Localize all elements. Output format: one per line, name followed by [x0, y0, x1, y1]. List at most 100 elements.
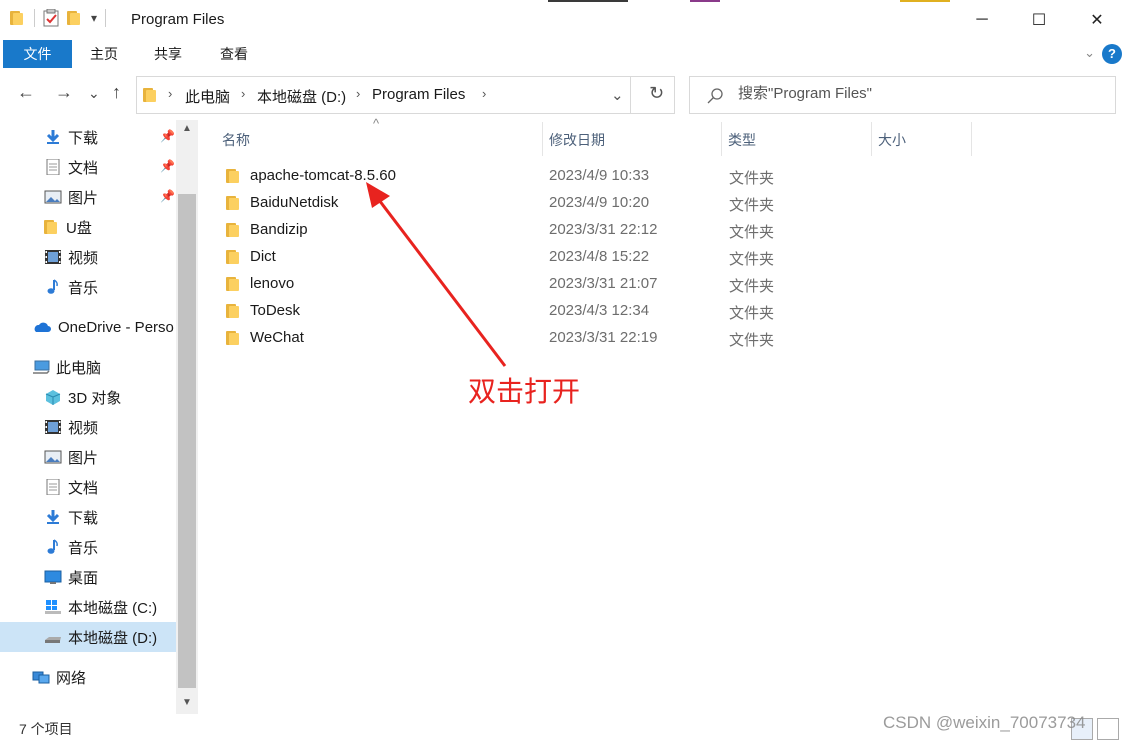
computer-icon	[33, 360, 50, 374]
file-name: WeChat	[250, 329, 304, 346]
music-icon	[47, 539, 58, 554]
sidebar-item-label: 下载	[68, 129, 99, 147]
ribbon-tabs: 文件 主页 共享 查看 ⌄ ?	[0, 40, 1129, 68]
sidebar-item-documents[interactable]: 文档	[0, 152, 176, 182]
help-icon[interactable]: ?	[1102, 44, 1122, 64]
up-button[interactable]: ↑	[112, 82, 121, 103]
column-divider[interactable]	[871, 122, 872, 156]
background-strip	[690, 0, 720, 2]
sidebar-item-drive-c[interactable]: 本地磁盘 (C:)	[0, 592, 176, 622]
file-date: 2023/4/3 12:34	[549, 302, 650, 319]
sidebar-item-videos-pc[interactable]: 视频	[0, 412, 176, 442]
sidebar-item-pictures-pc[interactable]: 图片	[0, 442, 176, 472]
sidebar-item-label: 视频	[68, 249, 99, 267]
document-icon	[46, 479, 60, 495]
file-date: 2023/3/31 21:07	[549, 275, 658, 292]
tab-view[interactable]: 查看	[209, 40, 259, 68]
column-header-date[interactable]: 修改日期	[549, 130, 605, 150]
sidebar-scrollbar[interactable]: ▲ ▼	[176, 120, 198, 714]
folder-icon	[226, 331, 242, 345]
search-box[interactable]	[689, 76, 1116, 114]
pin-icon[interactable]: 📌	[160, 189, 175, 203]
chevron-right-icon[interactable]: ›	[356, 86, 360, 101]
file-name: ToDesk	[250, 302, 301, 319]
refresh-icon[interactable]: ↻	[649, 83, 664, 104]
sidebar-item-videos[interactable]: 视频	[0, 242, 176, 272]
sidebar-item-this-pc[interactable]: 此电脑	[0, 352, 176, 382]
search-icon	[707, 88, 723, 104]
download-icon	[46, 510, 60, 524]
item-count: 7 个项目	[19, 721, 73, 737]
recent-locations-button[interactable]: ⌄	[88, 85, 100, 102]
chevron-down-icon[interactable]: ⌄	[1084, 45, 1095, 61]
quick-access-toolbar: ▾	[10, 9, 107, 27]
background-strip	[548, 0, 628, 2]
search-input[interactable]	[738, 85, 1098, 102]
large-icons-view-icon[interactable]	[1097, 718, 1119, 740]
scroll-down-arrow[interactable]: ▼	[182, 697, 192, 708]
sidebar-item-network[interactable]: 网络	[0, 662, 176, 692]
address-dropdown-icon[interactable]: ⌄	[611, 86, 624, 104]
file-name: Bandizip	[250, 221, 308, 238]
properties-icon[interactable]	[43, 9, 59, 27]
scroll-thumb[interactable]	[178, 194, 196, 688]
table-row[interactable]: Dict 2023/4/8 15:22 文件夹	[218, 244, 908, 271]
column-divider[interactable]	[542, 122, 543, 156]
scroll-up-arrow[interactable]: ▲	[182, 123, 192, 134]
back-button[interactable]: ←	[17, 82, 35, 103]
tab-home[interactable]: 主页	[79, 40, 129, 68]
background-strip	[900, 0, 950, 2]
sidebar-item-3d-objects[interactable]: 3D 对象	[0, 382, 176, 412]
table-row[interactable]: Bandizip 2023/3/31 22:12 文件夹	[218, 217, 908, 244]
breadcrumb-drive-d[interactable]: 本地磁盘 (D:)	[257, 86, 346, 107]
forward-button[interactable]: →	[55, 82, 73, 103]
chevron-right-icon[interactable]: ›	[241, 86, 245, 101]
file-type: 文件夹	[729, 332, 775, 349]
table-row[interactable]: ToDesk 2023/4/3 12:34 文件夹	[218, 298, 908, 325]
chevron-right-icon[interactable]: ›	[168, 86, 172, 101]
sidebar-item-music-pc[interactable]: 音乐	[0, 532, 176, 562]
close-button[interactable]: ✕	[1070, 0, 1124, 40]
chevron-right-icon[interactable]: ›	[482, 86, 486, 101]
drive-icon	[45, 637, 61, 643]
breadcrumb-program-files[interactable]: Program Files	[372, 86, 465, 103]
tab-share[interactable]: 共享	[143, 40, 193, 68]
sidebar-item-downloads[interactable]: 下载	[0, 122, 176, 152]
tab-file[interactable]: 文件	[3, 40, 72, 68]
minimize-button[interactable]: ─	[955, 0, 1009, 40]
sidebar-item-label: 此电脑	[56, 359, 102, 377]
table-row[interactable]: apache-tomcat-8.5.60 2023/4/9 10:33 文件夹	[218, 163, 908, 190]
sidebar-item-pictures[interactable]: 图片	[0, 182, 176, 212]
column-divider[interactable]	[721, 122, 722, 156]
sidebar-item-label: 图片	[68, 449, 99, 467]
sidebar-item-label: U盘	[66, 219, 92, 237]
qa-dropdown-icon[interactable]: ▾	[91, 11, 97, 25]
pin-icon[interactable]: 📌	[160, 159, 175, 173]
sidebar-item-music[interactable]: 音乐	[0, 272, 176, 302]
maximize-button[interactable]: ☐	[1012, 0, 1066, 40]
new-folder-icon[interactable]	[67, 11, 83, 25]
video-icon	[45, 420, 61, 434]
sidebar-item-usb[interactable]: U盘	[0, 212, 176, 242]
column-header-type[interactable]: 类型	[728, 130, 756, 150]
breadcrumb-this-pc[interactable]: 此电脑	[185, 86, 230, 107]
sidebar-item-documents-pc[interactable]: 文档	[0, 472, 176, 502]
picture-icon	[44, 450, 62, 464]
desktop-icon	[44, 570, 62, 584]
sidebar-item-onedrive[interactable]: OneDrive - Perso	[0, 312, 176, 342]
column-divider[interactable]	[971, 122, 972, 156]
table-row[interactable]: lenovo 2023/3/31 21:07 文件夹	[218, 271, 908, 298]
table-row[interactable]: BaiduNetdisk 2023/4/9 10:20 文件夹	[218, 190, 908, 217]
sidebar-item-desktop[interactable]: 桌面	[0, 562, 176, 592]
watermark: CSDN @weixin_70073734	[883, 713, 1086, 732]
column-header-name[interactable]: 名称	[222, 130, 250, 150]
column-header-size[interactable]: 大小	[878, 130, 906, 150]
table-row[interactable]: WeChat 2023/3/31 22:19 文件夹	[218, 325, 908, 352]
navigation-bar: ← → ⌄ ↑ › 此电脑 › 本地磁盘 (D:) › Program File…	[0, 68, 1129, 120]
sidebar-item-downloads-pc[interactable]: 下载	[0, 502, 176, 532]
pin-icon[interactable]: 📌	[160, 129, 175, 143]
document-icon	[46, 159, 60, 175]
sidebar-item-drive-d[interactable]: 本地磁盘 (D:)	[0, 622, 176, 652]
file-name: Dict	[250, 248, 276, 265]
address-bar[interactable]: › 此电脑 › 本地磁盘 (D:) › Program Files › ⌄ ↻	[136, 76, 675, 114]
